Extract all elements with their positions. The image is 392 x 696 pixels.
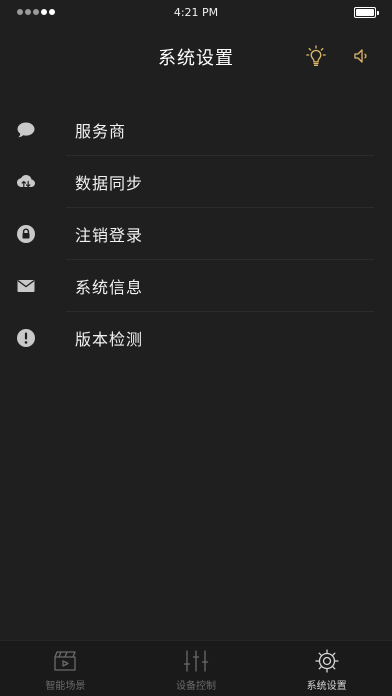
alert-icon [16,328,36,348]
battery-icon [354,7,379,18]
lock-icon [16,224,36,244]
menu-item-service-provider[interactable]: 服务商 [0,104,392,156]
menu-item-label: 服务商 [75,122,127,141]
lightbulb-icon [306,45,326,67]
tab-label: 智能场景 [45,681,86,692]
navigation-bar: 系统设置 [0,24,392,88]
cloud-sync-icon [16,172,36,192]
settings-menu: 服务商 数据同步 注销登录 系统信息 版本检测 [0,104,392,364]
signal-strength-icon [17,9,55,15]
menu-item-data-sync[interactable]: 数据同步 [0,156,392,208]
menu-item-logout[interactable]: 注销登录 [0,208,392,260]
status-bar: 4:21 PM [0,0,392,24]
status-time: 4:21 PM [173,5,219,19]
menu-item-version-check[interactable]: 版本检测 [0,312,392,364]
page-title: 系统设置 [158,48,234,69]
menu-item-label: 版本检测 [75,330,144,349]
tab-label: 设备控制 [176,681,216,692]
tab-smart-scenes[interactable]: 智能场景 [0,641,131,696]
tab-device-control[interactable]: 设备控制 [131,641,262,696]
tab-label: 系统设置 [306,681,347,692]
speaker-icon [354,49,367,63]
chat-bubble-icon [16,120,36,140]
sliders-icon [182,648,210,674]
tab-bar: 智能场景 设备控制 系统设置 [0,640,392,696]
menu-item-label: 数据同步 [75,174,144,193]
menu-item-system-info[interactable]: 系统信息 [0,260,392,312]
lightbulb-button[interactable] [302,42,330,70]
envelope-icon [16,276,36,296]
tab-system-settings[interactable]: 系统设置 [261,641,392,696]
gear-icon [313,648,341,674]
speaker-button[interactable] [348,42,376,70]
menu-item-label: 注销登录 [75,226,144,245]
menu-item-label: 系统信息 [75,278,144,297]
clapperboard-icon [51,648,79,674]
